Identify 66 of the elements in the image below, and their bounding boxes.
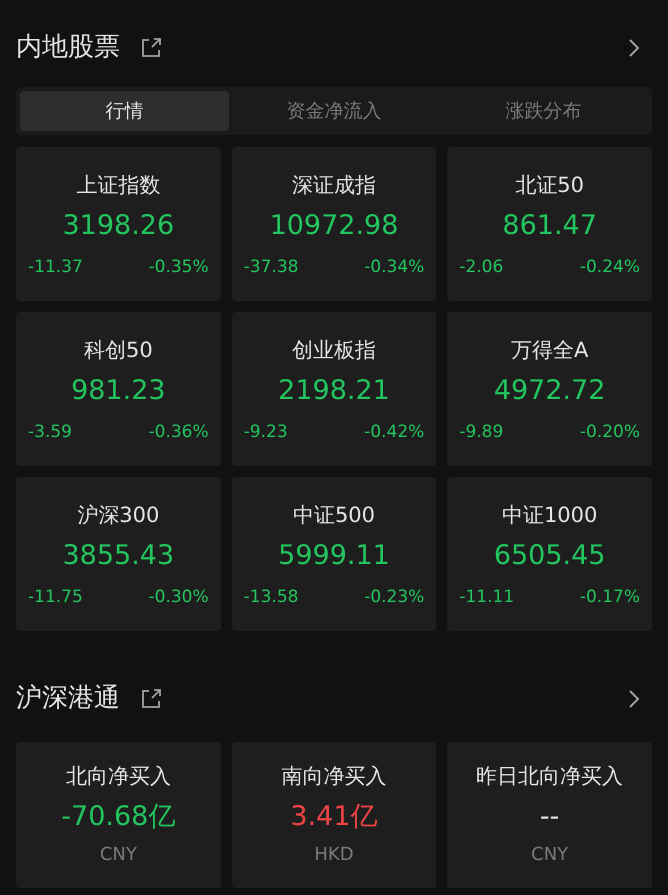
index-card[interactable]: 中证1000 6505.45 -11.11 -0.17%: [447, 477, 652, 631]
chevron-right-icon[interactable]: [628, 688, 640, 708]
index-card[interactable]: 科创50 981.23 -3.59 -0.36%: [16, 312, 221, 466]
flow-card[interactable]: 昨日北向净买入 -- CNY: [447, 742, 652, 888]
change-percent: -0.24%: [580, 256, 640, 279]
index-value: 10972.98: [270, 212, 398, 239]
currency-label: CNY: [531, 846, 568, 864]
flow-name: 昨日北向净买入: [476, 766, 624, 787]
index-card[interactable]: 北证50 861.47 -2.06 -0.24%: [447, 147, 652, 301]
tab[interactable]: 涨跌分布: [438, 91, 648, 131]
index-card[interactable]: 沪深300 3855.43 -11.75 -0.30%: [16, 477, 221, 631]
index-name: 科创50: [84, 340, 153, 361]
index-name: 深证成指: [292, 175, 376, 196]
change-percent: -0.35%: [148, 256, 209, 279]
index-value: 5999.11: [278, 542, 390, 569]
change-percent: -0.17%: [580, 586, 640, 609]
flow-value: 3.41亿: [290, 803, 378, 830]
flow-name: 北向净买入: [66, 766, 171, 787]
external-link-icon[interactable]: [140, 36, 162, 58]
index-value: 2198.21: [278, 377, 390, 404]
change-value: -11.11: [459, 586, 514, 609]
change-value: -9.23: [244, 421, 288, 444]
index-card[interactable]: 中证500 5999.11 -13.58 -0.23%: [232, 477, 436, 631]
index-card[interactable]: 万得全A 4972.72 -9.89 -0.20%: [447, 312, 652, 466]
tab[interactable]: 资金净流入: [229, 91, 439, 131]
tab[interactable]: 行情: [20, 91, 230, 131]
index-card[interactable]: 上证指数 3198.26 -11.37 -0.35%: [16, 147, 221, 301]
change-value: -13.58: [244, 586, 298, 609]
flow-card[interactable]: 北向净买入 -70.68亿 CNY: [16, 742, 221, 888]
index-name: 创业板指: [292, 340, 376, 361]
change-value: -9.89: [459, 421, 504, 444]
index-name: 北证50: [515, 175, 584, 196]
index-card[interactable]: 创业板指 2198.21 -9.23 -0.42%: [232, 312, 436, 466]
index-name: 沪深300: [77, 505, 160, 526]
index-value: 861.47: [502, 212, 597, 239]
chevron-right-icon[interactable]: [628, 38, 640, 58]
index-value: 981.23: [71, 377, 166, 404]
index-value: 3198.26: [62, 212, 174, 239]
flow-value: --: [540, 803, 560, 830]
section-title: 内地股票: [16, 31, 120, 64]
change-percent: -0.34%: [364, 256, 424, 279]
change-percent: -0.36%: [148, 421, 209, 444]
index-value: 4972.72: [494, 377, 606, 404]
index-name: 中证500: [292, 505, 376, 526]
index-value: 3855.43: [62, 542, 174, 569]
flow-value: -70.68亿: [61, 803, 176, 830]
currency-label: HKD: [314, 846, 354, 864]
change-value: -37.38: [244, 256, 298, 279]
index-value: 6505.45: [494, 542, 606, 569]
index-name: 万得全A: [510, 340, 588, 361]
flow-card[interactable]: 南向净买入 3.41亿 HKD: [232, 742, 436, 888]
index-card[interactable]: 深证成指 10972.98 -37.38 -0.34%: [232, 147, 436, 301]
change-percent: -0.20%: [580, 421, 640, 444]
external-link-icon[interactable]: [140, 688, 162, 710]
currency-label: CNY: [100, 846, 137, 864]
change-percent: -0.42%: [364, 421, 424, 444]
change-percent: -0.30%: [148, 586, 209, 609]
change-value: -11.75: [28, 586, 83, 609]
index-name: 中证1000: [502, 505, 598, 526]
change-percent: -0.23%: [364, 586, 424, 609]
flow-name: 南向净买入: [281, 766, 386, 787]
change-value: -11.37: [28, 256, 83, 279]
index-name: 上证指数: [76, 175, 160, 196]
change-value: -2.06: [459, 256, 504, 279]
section-title: 沪深港通: [16, 682, 120, 715]
change-value: -3.59: [28, 421, 72, 444]
